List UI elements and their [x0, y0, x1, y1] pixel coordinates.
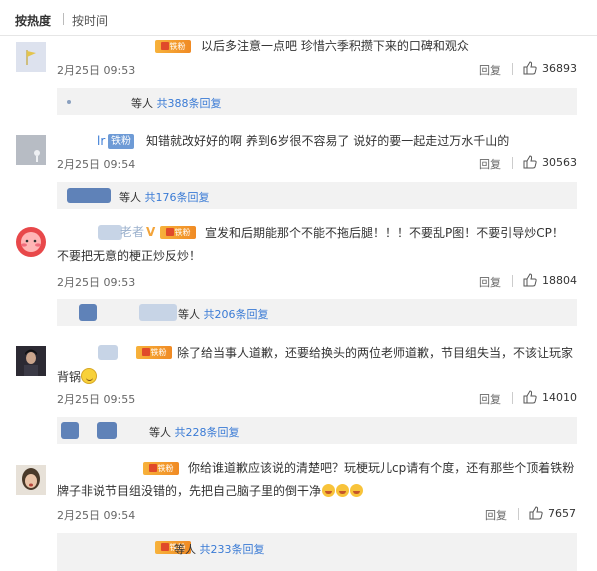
grin-emoji-icon: [322, 484, 336, 497]
like-count: 30563: [542, 156, 577, 169]
fan-level-badge: 铁粉: [143, 462, 179, 475]
avatar[interactable]: [16, 135, 46, 165]
divider: [518, 508, 519, 520]
comment-item: 老者 V 铁粉 宣发和后期能那个不能不拖后腿！！！不要乱P图！不要引导炒CP！ …: [0, 219, 597, 327]
fan-level-badge: 铁粉: [155, 40, 191, 53]
thumbs-up-icon[interactable]: [529, 506, 543, 520]
blush-face-avatar-icon: [16, 227, 46, 257]
comment-text-line-2: 背锅: [57, 367, 98, 388]
comment-item: 铁粉 除了给当事人道歉，还要给换头的两位老师道歉，节目组失当，不该让玩家 背锅 …: [0, 337, 597, 444]
comment-item: 铁粉 你给谁道歉应该说的清楚吧？玩梗玩儿cp请有个度，还有那些个顶着铁粉 牌子非…: [0, 453, 597, 571]
reply-summary[interactable]: 等人 共176条回复: [57, 182, 577, 209]
blurred-username: [67, 100, 71, 104]
comment-text-line-1: 除了给当事人道歉，还要给换头的两位老师道歉，节目组失当，不该让玩家: [177, 346, 574, 360]
blurred-username: [98, 225, 122, 240]
like-count: 18804: [542, 274, 577, 287]
comment-time: 2月25日 09:55: [57, 393, 136, 406]
grin-emoji-icon: [350, 484, 364, 497]
divider: [512, 275, 513, 287]
divider: [512, 63, 513, 75]
blurred-username: [79, 304, 97, 321]
replies-prefix: 等人: [149, 426, 171, 439]
comment-time: 2月25日 09:53: [57, 64, 136, 77]
blurred-username: [61, 422, 79, 439]
replies-count-link[interactable]: 共176条回复: [145, 191, 210, 204]
thumbs-up-icon[interactable]: [523, 61, 537, 75]
blurred-username: [67, 188, 111, 203]
avatar[interactable]: [16, 227, 46, 257]
avatar[interactable]: [16, 42, 46, 72]
comment-text-line-1: 宣发和后期能那个不能不拖后腿！！！不要乱P图！不要引导炒CP！: [205, 226, 564, 240]
reply-button[interactable]: 回复: [479, 156, 501, 172]
divider: [512, 157, 513, 169]
comment-text: 知错就改好好的啊 养到6岁很不容易了 说好的要一起走过万水千山的: [146, 134, 510, 148]
replies-prefix: 等人: [131, 97, 153, 110]
replies-prefix: 等人: [119, 191, 141, 204]
reply-summary[interactable]: 等人 共206条回复: [57, 299, 577, 326]
comment-time: 2月25日 09:54: [57, 509, 136, 522]
replies-count-link[interactable]: 共233条回复: [200, 543, 265, 556]
comment-item: lr 铁粉 知错就改好好的啊 养到6岁很不容易了 说好的要一起走过万水千山的 2…: [0, 127, 597, 213]
replies-count-link[interactable]: 共228条回复: [175, 426, 240, 439]
sort-by-time-tab[interactable]: 按时间: [72, 12, 108, 29]
thumbs-up-icon[interactable]: [523, 390, 537, 404]
reply-summary[interactable]: 等人 共388条回复: [57, 88, 577, 115]
fan-level-badge: 铁粉: [136, 346, 172, 359]
like-count: 7657: [548, 507, 576, 520]
username-fragment[interactable]: lr: [97, 131, 105, 152]
replies-prefix: 等人: [178, 308, 200, 321]
comment-text: 以后多注意一点吧 珍惜六季积攒下来的口碑和观众: [201, 39, 469, 53]
replies-count-link[interactable]: 共388条回复: [157, 97, 222, 110]
sort-bar: 按热度 按时间: [0, 0, 597, 36]
sort-by-hot-tab[interactable]: 按热度: [15, 12, 51, 29]
username-fragment[interactable]: 老者: [120, 222, 144, 243]
like-count: 36893: [542, 62, 577, 75]
comment-text-line-2-text: 背锅: [57, 370, 82, 384]
comment-text-line-2-text: 牌子非说节目组没错的，先把自己脑子里的倒干净: [57, 484, 322, 498]
grin-emoji-icon: [336, 484, 350, 497]
comment-text-line-1: 你给谁道歉应该说的清楚吧？玩梗玩儿cp请有个度，还有那些个顶着铁粉: [188, 461, 575, 475]
avatar[interactable]: [16, 465, 46, 495]
reply-button[interactable]: 回复: [485, 507, 507, 523]
replies-count-link[interactable]: 共206条回复: [204, 308, 269, 321]
vip-badge-icon: V: [146, 225, 156, 239]
fan-level-badge: 铁粉: [160, 226, 196, 239]
thumbs-up-icon[interactable]: [523, 273, 537, 287]
blurred-username: [97, 422, 117, 439]
comment-time: 2月25日 09:54: [57, 158, 136, 171]
blurred-username: [98, 345, 118, 360]
reply-summary[interactable]: 等人 共228条回复: [57, 417, 577, 444]
person-avatar-icon: [16, 465, 46, 495]
reply-summary[interactable]: 铁粉 等人 共233条回复: [57, 533, 577, 571]
comment-text-line-2: 牌子非说节目组没错的，先把自己脑子里的倒干净: [57, 481, 364, 502]
reply-button[interactable]: 回复: [479, 62, 501, 78]
user-avatar-icon: [16, 135, 46, 165]
fan-badge: 铁粉: [108, 134, 134, 149]
avatar[interactable]: [16, 346, 46, 376]
reply-button[interactable]: 回复: [479, 391, 501, 407]
sort-divider: [63, 13, 64, 25]
comment-text-line-2: 不要把无意的梗正炒反炒！: [57, 249, 202, 263]
like-count: 14010: [542, 391, 577, 404]
flag-avatar-icon: [16, 42, 46, 72]
reply-button[interactable]: 回复: [479, 274, 501, 290]
blurred-username: [139, 304, 177, 321]
person-avatar-icon: [16, 346, 46, 376]
replies-prefix: 等人: [174, 543, 196, 556]
divider: [512, 392, 513, 404]
thumbs-up-icon[interactable]: [523, 155, 537, 169]
smile-emoji-icon: [81, 368, 98, 384]
comment-item: 铁粉 以后多注意一点吧 珍惜六季积攒下来的口碑和观众 2月25日 09:53 回…: [0, 36, 597, 120]
comment-time: 2月25日 09:53: [57, 276, 136, 289]
